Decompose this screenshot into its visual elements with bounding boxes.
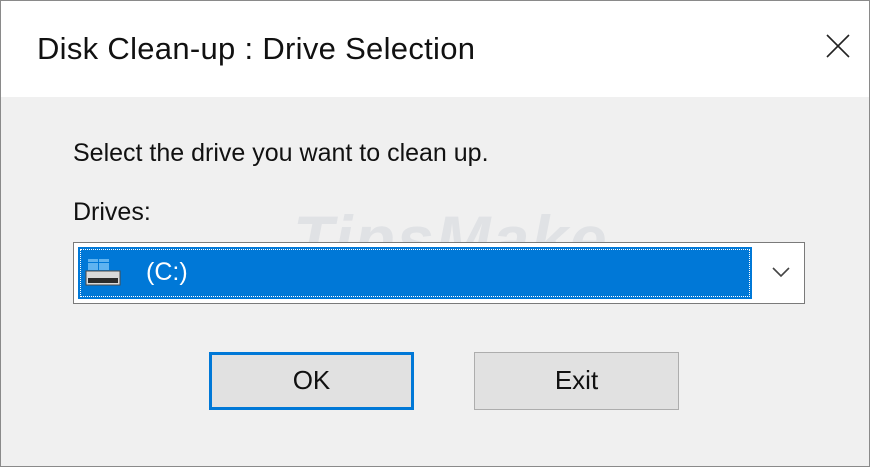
ok-button[interactable]: OK (209, 352, 414, 410)
instruction-text: Select the drive you want to clean up. (73, 139, 489, 167)
close-button[interactable] (809, 9, 869, 79)
disk-cleanup-dialog: Disk Clean-up : Drive Selection TipsMake… (0, 0, 870, 467)
chevron-down-icon[interactable] (770, 263, 792, 281)
selected-drive-label: (C:) (146, 258, 188, 286)
exit-button[interactable]: Exit (474, 352, 679, 410)
drive-combobox[interactable]: (C:) (73, 242, 805, 304)
close-icon (826, 34, 850, 58)
title-bar[interactable]: Disk Clean-up : Drive Selection (1, 1, 869, 97)
window-title: Disk Clean-up : Drive Selection (37, 31, 476, 66)
selected-drive-item[interactable]: (C:) (78, 247, 752, 299)
drives-label: Drives: (73, 198, 151, 226)
hard-drive-icon (85, 259, 121, 286)
